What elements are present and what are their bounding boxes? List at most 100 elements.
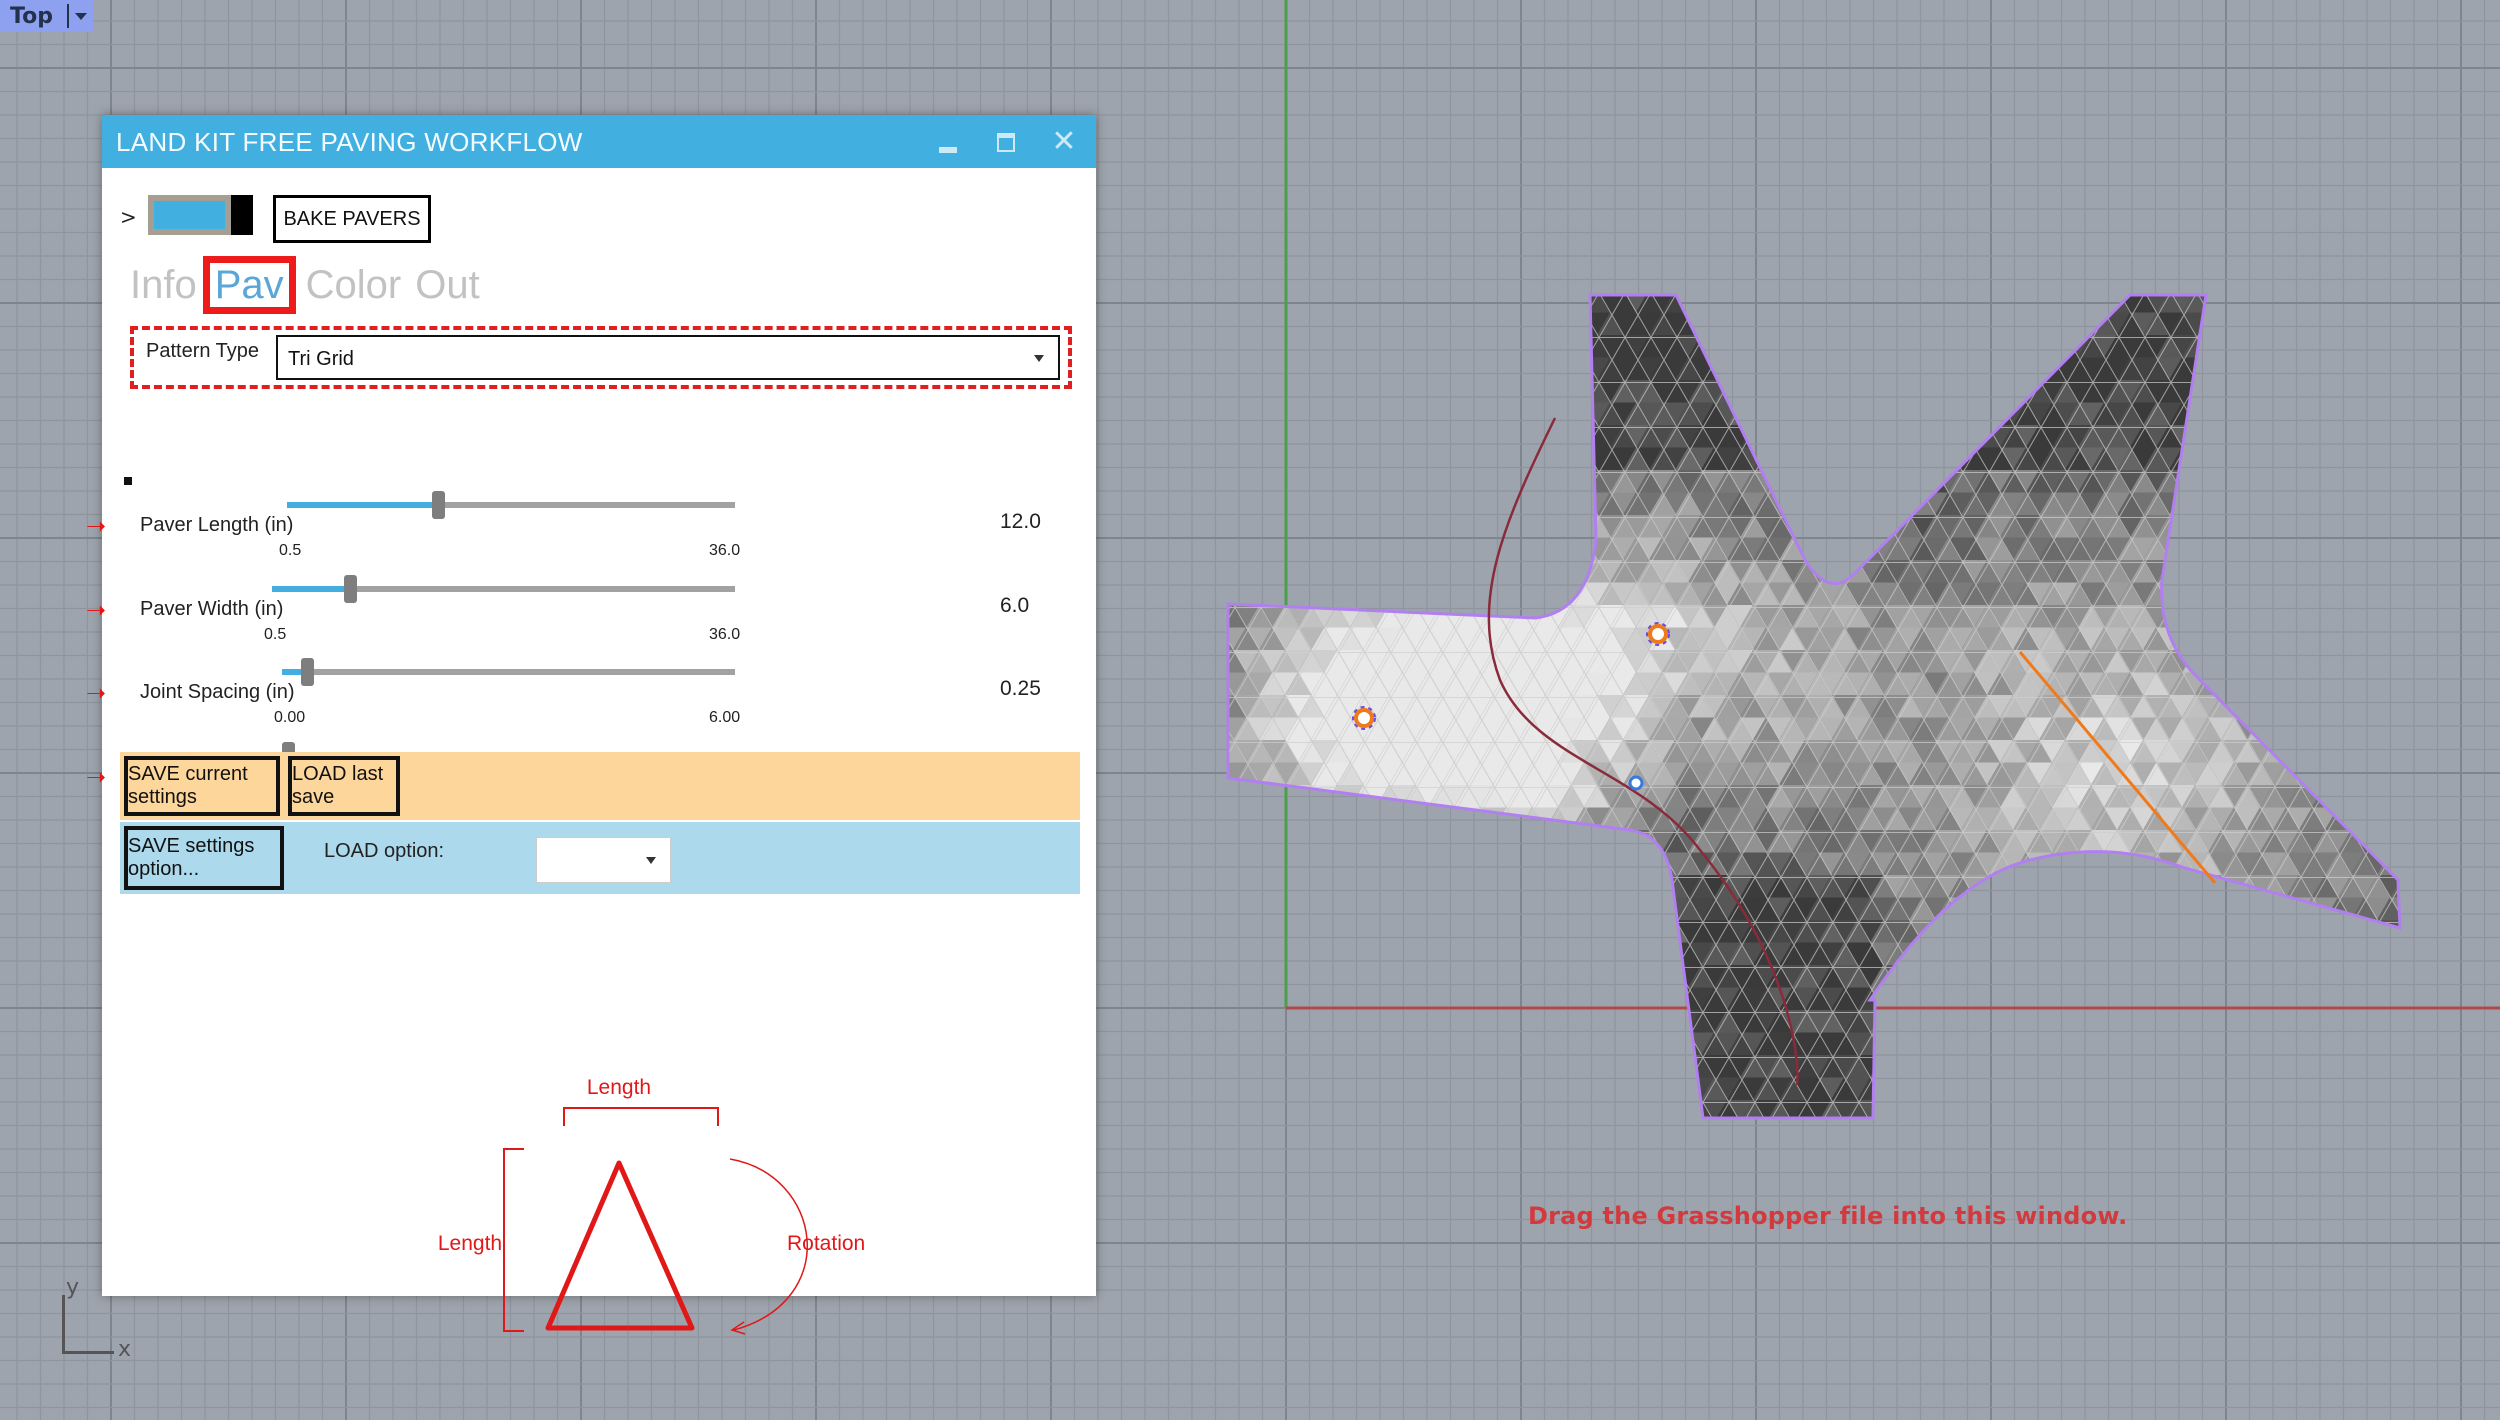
paver-tile <box>2442 1168 2468 1191</box>
paver-tile <box>2013 1145 2039 1168</box>
paver-tile <box>2312 1032 2338 1055</box>
paver-tile <box>1402 1145 1428 1168</box>
paver-tile <box>2156 942 2182 965</box>
paver-tile <box>2286 447 2312 470</box>
paver-tile <box>1584 1032 1610 1055</box>
toggle-knob[interactable] <box>231 195 253 235</box>
paver-tile <box>1935 1077 1961 1100</box>
maximize-button[interactable] <box>984 123 1028 161</box>
tab-pav[interactable]: Pav <box>202 256 296 314</box>
paver-tile <box>1883 312 1909 335</box>
paver-tile <box>2195 1010 2221 1033</box>
tab-info[interactable]: Info <box>130 260 197 310</box>
paver-tile <box>1909 380 1935 403</box>
paver-tile <box>1818 312 1844 335</box>
dropdown-arrow-icon[interactable] <box>74 12 87 20</box>
paver-tile <box>2000 920 2026 943</box>
slider-track[interactable] <box>282 658 735 686</box>
arrow-right-icon: ➝ <box>86 679 107 707</box>
save-current-settings-button[interactable]: SAVE current settings <box>124 756 280 816</box>
paver-tile <box>2182 1077 2208 1100</box>
bake-pavers-button[interactable]: BAKE PAVERS <box>273 195 431 243</box>
slider-value: 0.25 <box>1000 677 1041 700</box>
paver-tile <box>1337 920 1363 943</box>
slider-min: 0.00 <box>274 709 306 726</box>
paver-tile <box>1233 1145 1259 1168</box>
paver-tile <box>2442 1033 2468 1056</box>
paver-tile <box>1285 807 1311 830</box>
close-button[interactable]: ✕ <box>1042 123 1086 161</box>
paver-tile <box>1363 875 1389 898</box>
paver-tile <box>1948 1100 1974 1118</box>
slider-track[interactable] <box>287 491 735 519</box>
paver-tile <box>2247 447 2273 470</box>
window-titlebar[interactable]: LAND KIT FREE PAVING WORKFLOW ✕ <box>102 115 1096 168</box>
paver-tile <box>2195 537 2221 560</box>
paver-tile <box>1233 537 1259 560</box>
paver-tile <box>1350 920 1376 943</box>
viewport-name-tab[interactable]: Top <box>0 0 93 32</box>
load-option-dropdown[interactable] <box>536 837 671 883</box>
paver-tile <box>1948 357 1974 380</box>
paver-tile <box>1454 830 1480 853</box>
paver-tile <box>2429 538 2455 561</box>
slider-track[interactable] <box>272 575 735 603</box>
paver-tile <box>1350 852 1376 875</box>
paver-tile <box>2442 628 2468 651</box>
paver-tile <box>2325 650 2351 673</box>
paver-tile <box>1701 312 1727 335</box>
slider-thumb[interactable] <box>432 491 446 519</box>
paver-tile <box>2325 627 2351 650</box>
paver-tile <box>1480 1100 1506 1118</box>
paver-tile <box>1519 1032 1545 1055</box>
paver-tile <box>1740 295 1766 313</box>
paver-tile <box>2403 898 2429 921</box>
paver-tile <box>1545 402 1571 425</box>
paver-tile <box>1415 402 1441 425</box>
paver-tile <box>1467 312 1493 335</box>
load-last-save-button[interactable]: LOAD last save <box>288 756 400 816</box>
tab-color[interactable]: Color <box>306 260 402 310</box>
paver-tile <box>2234 537 2260 560</box>
paver-tile <box>1896 357 1922 380</box>
paver-tile <box>2234 447 2260 470</box>
slider-thumb[interactable] <box>343 575 357 603</box>
save-settings-option-button[interactable]: SAVE settings option... <box>124 826 284 890</box>
paver-tile <box>2351 295 2377 313</box>
paver-tile <box>1285 1032 1311 1055</box>
paver-tile <box>2195 650 2221 673</box>
run-toggle[interactable] <box>148 195 253 235</box>
paver-tile <box>1779 357 1805 380</box>
paver-tile <box>2312 1010 2338 1033</box>
control-point[interactable] <box>1628 775 1644 791</box>
paver-tile <box>1285 380 1311 403</box>
paver-tile <box>2429 830 2455 853</box>
paver-tile <box>2026 1055 2052 1078</box>
tab-out[interactable]: Out <box>415 260 479 310</box>
paver-tile <box>1558 1077 1584 1100</box>
paver-tile <box>1610 1010 1636 1033</box>
paver-tile <box>1558 920 1584 943</box>
paver-tile <box>1610 1168 1636 1191</box>
paver-tile <box>2299 1055 2325 1078</box>
paver-tile <box>1415 920 1441 943</box>
paver-tile <box>1480 447 1506 470</box>
paver-tile <box>2065 897 2091 920</box>
slider-thumb[interactable] <box>301 658 315 686</box>
paver-tile <box>2182 1100 2208 1118</box>
paver-tile <box>2169 1168 2195 1191</box>
paver-tile <box>1233 335 1259 358</box>
paver-tile <box>1454 537 1480 560</box>
paver-tile <box>2182 1055 2208 1078</box>
paver-tile <box>1246 380 1272 403</box>
pattern-type-dropdown[interactable]: Tri Grid <box>276 335 1060 380</box>
paver-tile <box>1857 402 1883 425</box>
paver-tile <box>1228 830 1233 853</box>
paver-tile <box>2351 1055 2377 1078</box>
paver-tile <box>2299 942 2325 965</box>
paver-tile <box>1454 295 1480 313</box>
paver-tile <box>1545 852 1571 875</box>
paver-tile <box>1727 312 1753 335</box>
minimize-button[interactable] <box>926 123 970 161</box>
paver-tile <box>1324 515 1350 538</box>
